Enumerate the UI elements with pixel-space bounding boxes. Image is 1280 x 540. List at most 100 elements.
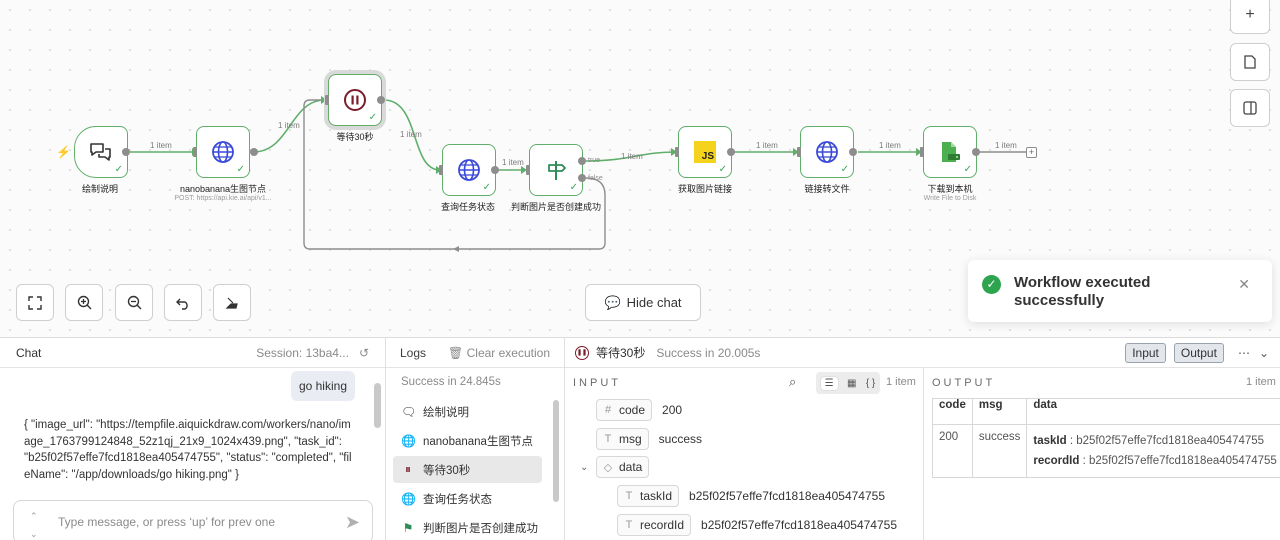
- log-item-label: 查询任务状态: [423, 493, 492, 506]
- node-if-check[interactable]: ✓: [529, 144, 583, 196]
- node-get-image-link[interactable]: JS ✓: [678, 126, 732, 178]
- output-port[interactable]: [972, 148, 980, 156]
- more-options-icon[interactable]: ⋯: [1238, 346, 1251, 360]
- schema-view-icon[interactable]: ☰: [820, 376, 838, 390]
- output-port[interactable]: [727, 148, 735, 156]
- success-check-icon: ✓: [482, 182, 491, 193]
- plus-icon: +: [1245, 6, 1255, 23]
- output-port[interactable]: [122, 148, 130, 156]
- add-node-button[interactable]: +: [1230, 0, 1270, 34]
- scrollbar[interactable]: [374, 383, 381, 428]
- globe-icon: [458, 159, 480, 181]
- input-port[interactable]: [675, 147, 679, 157]
- collapse-chevron-icon[interactable]: ⌄: [580, 462, 588, 473]
- chat-bubble-icon: 💬: [604, 294, 621, 310]
- input-port[interactable]: [193, 147, 197, 157]
- input-port[interactable]: [439, 165, 443, 175]
- undo-button[interactable]: [164, 284, 202, 321]
- add-node-plus-icon[interactable]: +: [1026, 147, 1037, 158]
- connection-label: 1 item: [995, 141, 1017, 150]
- success-check-icon: ✓: [982, 275, 1001, 294]
- io-node-name: 等待30秒: [596, 346, 646, 360]
- json-view-icon[interactable]: { }: [866, 378, 875, 389]
- clear-execution-button[interactable]: [213, 284, 251, 321]
- chat-messages[interactable]: go hiking { "image_url": "https://tempfi…: [0, 369, 385, 540]
- log-item[interactable]: 🌐 查询任务状态: [393, 485, 542, 512]
- table-view-icon[interactable]: ▦: [847, 378, 856, 389]
- zoom-in-button[interactable]: [65, 284, 103, 321]
- field-key: code: [619, 403, 646, 417]
- chevron-down-icon[interactable]: ⌄: [1259, 346, 1270, 360]
- node-chat-trigger[interactable]: ✓: [74, 126, 128, 178]
- log-item[interactable]: 🌐 nanobanana生图节点: [393, 427, 542, 454]
- false-output-port[interactable]: [578, 174, 586, 182]
- data-key: recordId: [1033, 455, 1080, 467]
- output-section-title: OUTPUT: [932, 377, 996, 389]
- file-icon: [942, 142, 960, 162]
- scrollbar[interactable]: [553, 400, 559, 502]
- send-icon[interactable]: ➤: [345, 512, 360, 533]
- zoom-to-fit-button[interactable]: [16, 284, 54, 321]
- js-icon: JS: [694, 141, 716, 163]
- true-output-port[interactable]: [578, 157, 586, 165]
- hide-chat-button[interactable]: 💬 Hide chat: [585, 284, 701, 321]
- field-key: msg: [619, 432, 642, 446]
- node-label: 判断图片是否创建成功: [510, 202, 601, 212]
- connection-label: 1 item: [621, 152, 643, 161]
- chat-title: Chat: [16, 345, 42, 360]
- trigger-bolt-icon: ⚡: [56, 145, 71, 159]
- node-wait[interactable]: ✓: [328, 74, 382, 126]
- clear-execution-link[interactable]: 🗑 Clear execution: [448, 346, 550, 360]
- note-icon: [1244, 55, 1256, 69]
- workflow-canvas[interactable]: 1 item 1 item 1 item 1 item 1 item 1 ite…: [0, 0, 1280, 337]
- sticky-note-button[interactable]: [1230, 43, 1270, 81]
- output-port[interactable]: [849, 148, 857, 156]
- node-nanobanana[interactable]: ✓: [196, 126, 250, 178]
- signpost-icon: [548, 161, 566, 180]
- node-query-status[interactable]: ✓: [442, 144, 496, 196]
- success-check-icon: ✓: [569, 182, 578, 193]
- close-icon[interactable]: ✕: [1238, 276, 1250, 293]
- clear-execution-label: Clear execution: [466, 345, 550, 360]
- history-arrows-icon[interactable]: ⌃ ⌄: [30, 507, 38, 540]
- fit-view-icon: [28, 295, 42, 310]
- output-item-count: 1 item: [1246, 376, 1276, 388]
- reset-session-icon[interactable]: ↺: [359, 346, 369, 360]
- io-header: ❚❚ 等待30秒 Success in 20.005s Input Output…: [565, 338, 1280, 368]
- input-port[interactable]: [920, 147, 924, 157]
- output-port[interactable]: [377, 96, 385, 104]
- connection-label: 1 item: [502, 158, 524, 167]
- table-header-row: code msg data: [932, 398, 1280, 425]
- node-label: 绘制说明: [81, 184, 118, 194]
- input-section-title: INPUT: [573, 377, 621, 389]
- data-value: b25f02f57effe7fcd1818ea405474755: [1076, 435, 1265, 447]
- log-item[interactable]: 🗨 绘制说明: [393, 398, 542, 425]
- zoom-out-button[interactable]: [115, 284, 153, 321]
- node-link-to-file[interactable]: ✓: [800, 126, 854, 178]
- chat-input[interactable]: ⌃ ⌄ Type message, or press ‘up’ for prev …: [13, 500, 373, 540]
- undo-icon: [176, 298, 188, 310]
- toggle-panel-button[interactable]: [1230, 89, 1270, 127]
- field-key: data: [619, 460, 643, 474]
- input-port[interactable]: [325, 95, 329, 105]
- input-port[interactable]: [526, 165, 530, 175]
- text-type-icon: T: [625, 519, 633, 531]
- node-label: 等待30秒: [336, 132, 374, 142]
- node-write-file[interactable]: ✓: [923, 126, 977, 178]
- output-port[interactable]: [491, 166, 499, 174]
- view-mode-toggle[interactable]: ☰ ▦ { }: [816, 372, 880, 394]
- input-field-recordid: TrecordId b25f02f57effe7fcd1818ea4054747…: [617, 514, 897, 536]
- input-field-msg: Tmsg success: [596, 428, 702, 450]
- field-value: b25f02f57effe7fcd1818ea405474755: [689, 489, 885, 503]
- log-item-label: nanobanana生图节点: [423, 435, 533, 448]
- chat-input-placeholder: Type message, or press ‘up’ for prev one: [58, 515, 275, 529]
- input-port[interactable]: [797, 147, 801, 157]
- zoom-out-icon: [127, 295, 141, 310]
- log-item[interactable]: ⚑ 判断图片是否创建成功: [393, 514, 542, 540]
- search-icon[interactable]: ⌕: [789, 374, 796, 390]
- input-tab[interactable]: Input: [1125, 342, 1166, 363]
- log-item-active[interactable]: ⏸ 等待30秒: [393, 456, 542, 483]
- output-tab[interactable]: Output: [1173, 342, 1224, 363]
- output-port[interactable]: [250, 148, 258, 156]
- divider: [385, 338, 386, 540]
